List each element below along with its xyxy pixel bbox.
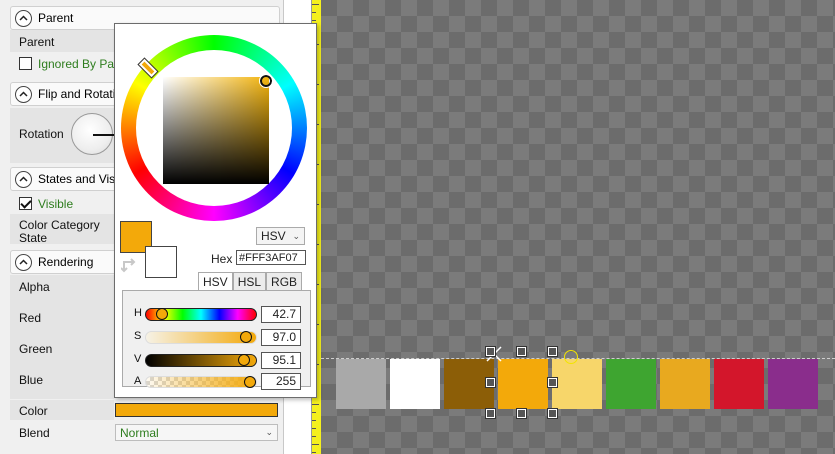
resize-handle-bc[interactable]	[516, 408, 527, 419]
collapse-icon[interactable]	[15, 85, 32, 103]
section-title: States and Visib	[38, 172, 125, 186]
rotation-label: Rotation	[19, 127, 64, 141]
saturation-slider-thumb[interactable]	[240, 331, 252, 343]
swatch-light-yellow[interactable]	[552, 359, 602, 409]
ruler-tick	[312, 4, 319, 5]
ruler-tick	[312, 404, 319, 405]
ruler-tick	[312, 444, 319, 445]
hue-value-input[interactable]: 42.7	[261, 306, 301, 323]
rotation-dial[interactable]	[71, 113, 115, 155]
swatch-red[interactable]	[714, 359, 764, 409]
tab-hsv[interactable]: HSV	[198, 272, 233, 291]
tab-hsl[interactable]: HSL	[232, 272, 267, 290]
resize-handle-mr[interactable]	[547, 377, 558, 388]
blend-select[interactable]: Normal ⌄	[115, 424, 278, 441]
hex-input[interactable]: #FFF3AF07	[236, 250, 306, 265]
collapse-icon[interactable]	[15, 170, 32, 188]
ruler-tick	[312, 12, 316, 13]
color-category-label: Color Category	[19, 218, 100, 232]
blend-value: Normal	[120, 425, 159, 440]
resize-handle-ml[interactable]	[485, 377, 496, 388]
canvas[interactable]	[321, 0, 835, 454]
tab-rgb[interactable]: RGB	[266, 272, 303, 290]
visible-checkbox[interactable]	[19, 197, 32, 210]
ruler-tick	[312, 436, 316, 437]
value-slider-thumb[interactable]	[238, 354, 250, 366]
ruler-tick	[312, 20, 316, 21]
alpha-value-input[interactable]: 255	[261, 373, 301, 390]
resize-handle-tc[interactable]	[516, 346, 527, 357]
state-label: State	[19, 231, 48, 245]
resize-handle-tr[interactable]	[547, 346, 558, 357]
color-value-bar[interactable]	[115, 403, 278, 417]
ignored-by-parent-label: Ignored By Pare	[38, 57, 125, 71]
swatch-green[interactable]	[606, 359, 656, 409]
old-color-preview[interactable]	[145, 246, 177, 278]
resize-handle-br[interactable]	[547, 408, 558, 419]
sv-marker[interactable]	[259, 74, 273, 88]
resize-handle-tl[interactable]	[485, 346, 496, 357]
section-title: Rendering	[38, 255, 94, 269]
saturation-value-square[interactable]	[163, 77, 269, 184]
value-slider[interactable]	[145, 354, 257, 367]
alpha-slider-thumb[interactable]	[244, 376, 256, 388]
green-label: Green	[19, 342, 53, 356]
swatch-white[interactable]	[390, 359, 440, 409]
blue-label: Blue	[19, 373, 44, 387]
hue-slider[interactable]	[145, 308, 257, 321]
hsv-tab-body: H 42.7 S 97.0 V 95.1 A 255	[122, 290, 311, 390]
hex-label: Hex	[211, 252, 233, 266]
visible-label: Visible	[38, 197, 74, 211]
parent-label: Parent	[19, 35, 55, 49]
swap-colors-icon[interactable]	[121, 256, 139, 274]
ruler-tick	[312, 428, 316, 429]
alpha-slider[interactable]	[145, 376, 257, 388]
color-picker-popup: HSV ⌄ Hex #FFF3AF07 HSV HSL RGB H 42.7 S…	[114, 23, 317, 398]
section-title: Parent	[38, 11, 74, 25]
hue-slider-thumb[interactable]	[156, 308, 168, 320]
swatch-purple[interactable]	[768, 359, 818, 409]
swatch-gold[interactable]	[660, 359, 710, 409]
channel-label-a: A	[134, 375, 142, 387]
chevron-down-icon: ⌄	[265, 427, 273, 437]
color-label: Color	[19, 404, 48, 418]
red-label: Red	[19, 311, 42, 325]
collapse-icon[interactable]	[15, 9, 32, 27]
ruler-tick	[312, 412, 316, 413]
saturation-slider[interactable]	[145, 331, 257, 344]
picker-tabs: HSV HSL RGB	[198, 272, 303, 291]
ignored-by-parent-checkbox[interactable]	[19, 57, 32, 70]
chevron-down-icon: ⌄	[292, 230, 300, 241]
dial-needle	[93, 134, 115, 136]
channel-label-s: S	[134, 330, 142, 342]
saturation-value-input[interactable]: 97.0	[261, 329, 301, 346]
blend-label: Blend	[19, 426, 50, 440]
channel-label-h: H	[134, 307, 142, 319]
ruler-tick	[312, 420, 316, 421]
alpha-label: Alpha	[19, 280, 50, 294]
ruler-tick	[312, 452, 316, 453]
channel-label-v: V	[134, 353, 142, 365]
value-value-input[interactable]: 95.1	[261, 352, 301, 369]
resize-handle-bl[interactable]	[485, 408, 496, 419]
color-model-select[interactable]: HSV ⌄	[256, 227, 305, 245]
color-model-value: HSV	[261, 229, 286, 243]
section-title: Flip and Rotatio	[38, 87, 123, 101]
swatch-gray[interactable]	[336, 359, 386, 409]
swatch-orange-selected[interactable]	[498, 359, 548, 409]
rotation-handle[interactable]	[564, 350, 578, 364]
collapse-icon[interactable]	[15, 253, 32, 271]
